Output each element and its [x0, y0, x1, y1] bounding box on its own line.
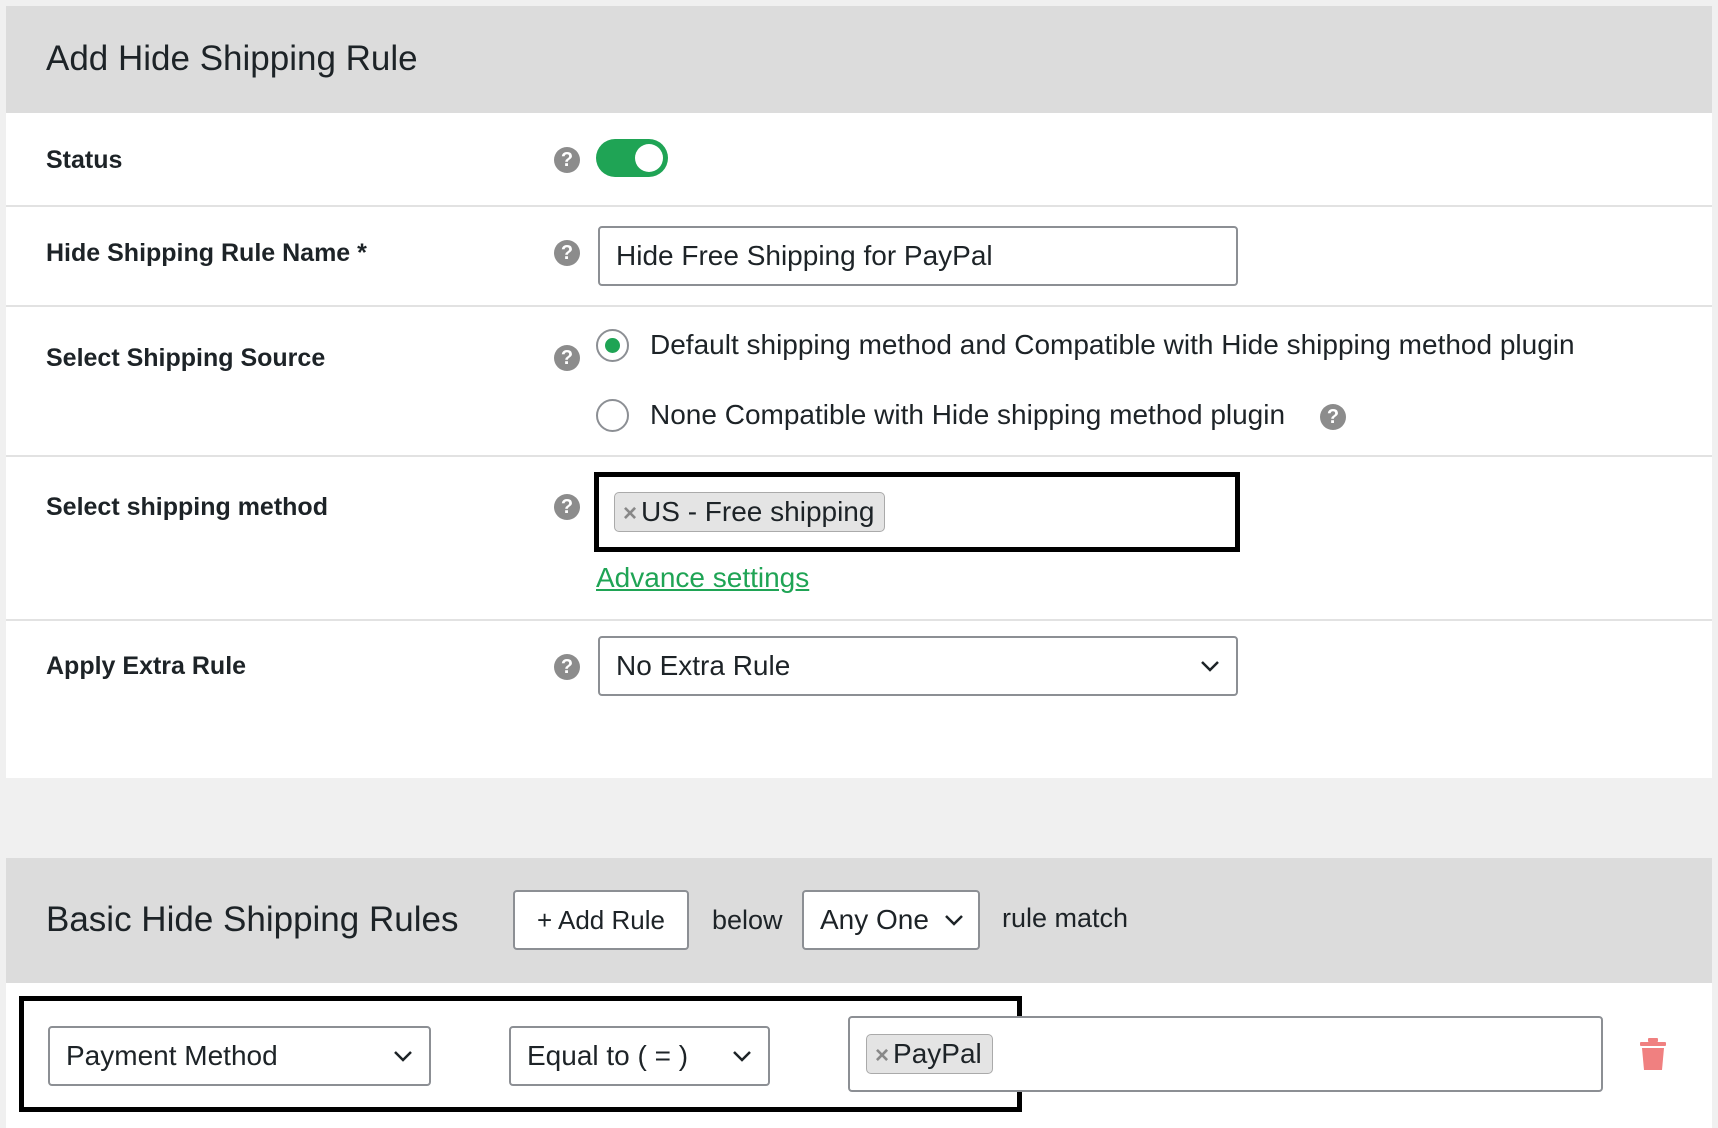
- condition-field-select[interactable]: Payment Method: [48, 1026, 431, 1086]
- advance-settings-link[interactable]: Advance settings: [596, 562, 809, 594]
- add-rule-button[interactable]: + Add Rule: [513, 890, 689, 950]
- selected-chip: × US - Free shipping: [614, 492, 886, 532]
- radio-option-none-compatible[interactable]: None Compatible with Hide shipping metho…: [596, 397, 1356, 437]
- toggle-knob: [635, 144, 663, 172]
- help-icon[interactable]: ?: [1320, 404, 1346, 430]
- chip-remove-icon[interactable]: ×: [875, 1042, 889, 1069]
- status-row: Status ?: [6, 113, 1712, 207]
- condition-operator-select[interactable]: Equal to ( = ): [509, 1026, 770, 1086]
- match-select[interactable]: Any One: [802, 890, 980, 950]
- shipping-source-label: Select Shipping Source: [46, 344, 326, 372]
- extra-rule-label: Apply Extra Rule: [46, 652, 247, 680]
- shipping-source-row: Select Shipping Source ? Default shippin…: [6, 307, 1712, 457]
- below-text: below: [712, 905, 783, 935]
- match-select-value: Any One: [820, 904, 929, 935]
- extra-rule-select[interactable]: No Extra Rule: [598, 636, 1238, 696]
- chip-label: US - Free shipping: [641, 496, 875, 527]
- radio-label-default: Default shipping method and Compatible w…: [650, 329, 1575, 360]
- help-icon[interactable]: ?: [554, 147, 580, 173]
- rules-panel-title: Basic Hide Shipping Rules: [46, 900, 459, 939]
- status-toggle[interactable]: [596, 139, 668, 177]
- help-icon[interactable]: ?: [554, 345, 580, 371]
- radio-option-default[interactable]: Default shipping method and Compatible w…: [596, 327, 1656, 367]
- help-icon[interactable]: ?: [554, 654, 580, 680]
- help-icon[interactable]: ?: [554, 494, 580, 520]
- add-rule-panel: Add Hide Shipping Rule Status ? Hide Shi…: [6, 6, 1712, 778]
- radio-label-none-compatible: None Compatible with Hide shipping metho…: [650, 399, 1286, 430]
- rule-match-text: rule match: [1002, 903, 1129, 933]
- chip-remove-icon[interactable]: ×: [623, 500, 637, 527]
- rule-name-input[interactable]: [598, 226, 1238, 286]
- rules-panel-header: Basic Hide Shipping Rules + Add Rule bel…: [6, 858, 1712, 983]
- condition-value-multiselect[interactable]: × PayPal: [848, 1016, 1603, 1092]
- condition-field-value: Payment Method: [66, 1040, 278, 1071]
- rule-name-label: Hide Shipping Rule Name *: [46, 239, 367, 267]
- selected-chip: × PayPal: [866, 1034, 993, 1074]
- help-icon[interactable]: ?: [554, 240, 580, 266]
- shipping-method-multiselect[interactable]: × US - Free shipping: [594, 472, 1240, 552]
- chevron-down-icon: [394, 1051, 412, 1062]
- panel-header: Add Hide Shipping Rule: [6, 6, 1712, 113]
- chevron-down-icon: [945, 915, 963, 926]
- radio-selected-dot: [605, 338, 620, 353]
- extra-rule-value: No Extra Rule: [616, 650, 791, 681]
- rule-name-row: Hide Shipping Rule Name * ?: [6, 207, 1712, 307]
- chip-label: PayPal: [893, 1038, 982, 1069]
- status-label: Status: [46, 146, 123, 174]
- condition-operator-value: Equal to ( = ): [527, 1040, 689, 1071]
- chevron-down-icon: [733, 1051, 751, 1062]
- shipping-method-row: Select shipping method ? × US - Free ship…: [6, 457, 1712, 621]
- radio-button-none-compatible[interactable]: [596, 399, 629, 432]
- extra-rule-row: Apply Extra Rule ? No Extra Rule: [6, 621, 1712, 778]
- basic-rules-panel: Basic Hide Shipping Rules + Add Rule bel…: [6, 858, 1712, 1128]
- radio-button-default[interactable]: [596, 329, 629, 362]
- chevron-down-icon: [1201, 661, 1219, 672]
- shipping-method-label: Select shipping method: [46, 493, 328, 521]
- page-title: Add Hide Shipping Rule: [46, 39, 418, 78]
- trash-icon[interactable]: [1639, 1037, 1667, 1071]
